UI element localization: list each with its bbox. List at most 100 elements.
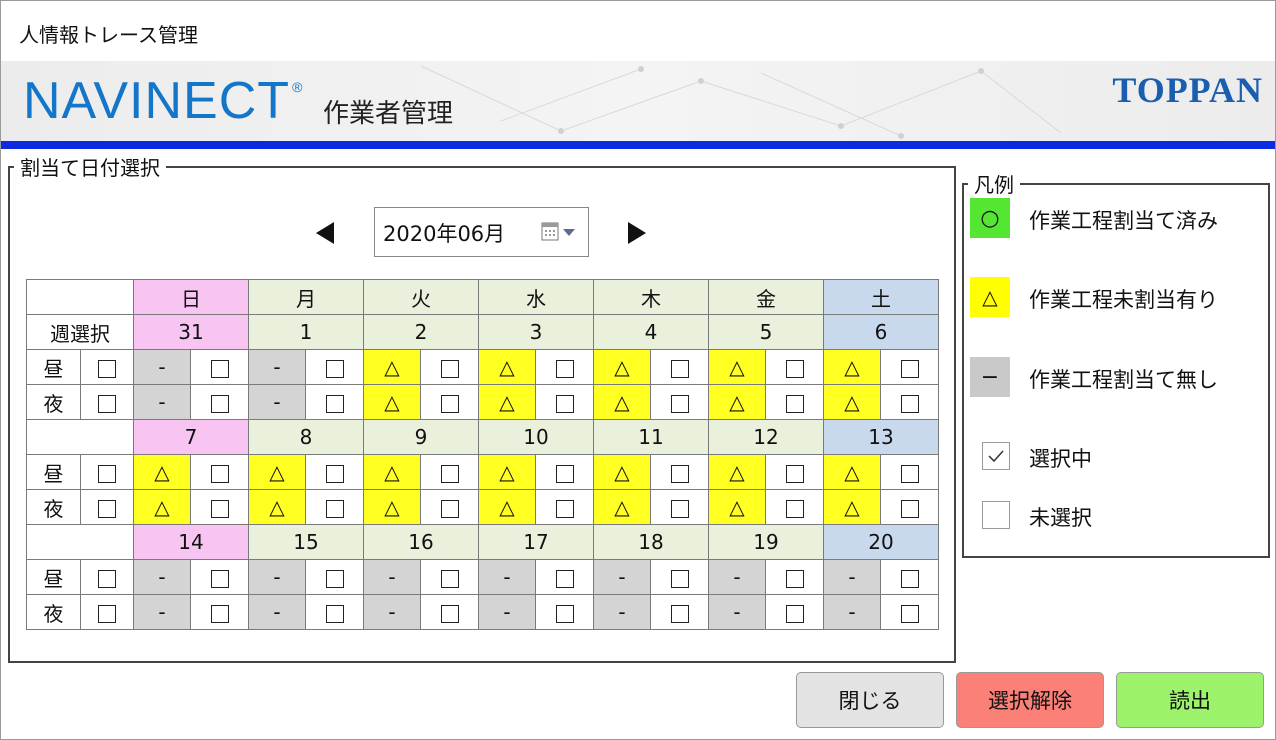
checkbox[interactable] (210, 569, 229, 588)
shift-checkbox-cell[interactable] (190, 489, 249, 525)
checkbox[interactable] (210, 499, 229, 518)
checkbox[interactable] (555, 499, 574, 518)
shift-checkbox-cell[interactable] (535, 454, 594, 490)
checkbox[interactable] (210, 464, 229, 483)
checkbox[interactable] (325, 359, 344, 378)
checkbox[interactable] (98, 499, 116, 518)
shift-checkbox-cell[interactable] (765, 454, 824, 490)
shift-checkbox-cell[interactable] (535, 559, 594, 595)
checkbox[interactable] (900, 499, 919, 518)
shift-checkbox-cell[interactable] (765, 489, 824, 525)
week-day-checkbox-cell[interactable] (80, 349, 134, 385)
read-button[interactable]: 読出 (1116, 672, 1264, 728)
shift-checkbox-cell[interactable] (765, 594, 824, 630)
checkbox[interactable] (900, 569, 919, 588)
shift-checkbox-cell[interactable] (420, 489, 479, 525)
checkbox[interactable] (440, 464, 459, 483)
checkbox[interactable] (210, 394, 229, 413)
checkbox[interactable] (440, 569, 459, 588)
checkbox[interactable] (440, 499, 459, 518)
shift-checkbox-cell[interactable] (305, 384, 364, 420)
checkbox[interactable] (670, 569, 689, 588)
week-night-checkbox-cell[interactable] (80, 384, 134, 420)
shift-checkbox-cell[interactable] (650, 594, 709, 630)
checkbox[interactable] (900, 359, 919, 378)
shift-checkbox-cell[interactable] (535, 384, 594, 420)
next-month-button[interactable] (626, 220, 648, 253)
checkbox[interactable] (210, 359, 229, 378)
checkbox[interactable] (98, 569, 116, 588)
checkbox[interactable] (900, 604, 919, 623)
shift-checkbox-cell[interactable] (650, 384, 709, 420)
prev-month-button[interactable] (314, 220, 336, 253)
checkbox[interactable] (670, 394, 689, 413)
shift-checkbox-cell[interactable] (880, 559, 939, 595)
checkbox[interactable] (325, 499, 344, 518)
shift-checkbox-cell[interactable] (305, 454, 364, 490)
checkbox[interactable] (785, 359, 804, 378)
shift-checkbox-cell[interactable] (650, 489, 709, 525)
checkbox[interactable] (785, 394, 804, 413)
checkbox[interactable] (440, 394, 459, 413)
shift-checkbox-cell[interactable] (765, 349, 824, 385)
checkbox[interactable] (98, 359, 116, 378)
shift-checkbox-cell[interactable] (880, 594, 939, 630)
checkbox[interactable] (555, 604, 574, 623)
checkbox[interactable] (785, 464, 804, 483)
shift-checkbox-cell[interactable] (190, 594, 249, 630)
shift-checkbox-cell[interactable] (535, 489, 594, 525)
shift-checkbox-cell[interactable] (420, 454, 479, 490)
checkbox[interactable] (440, 604, 459, 623)
shift-checkbox-cell[interactable] (650, 559, 709, 595)
shift-checkbox-cell[interactable] (190, 384, 249, 420)
checkbox[interactable] (900, 464, 919, 483)
checkbox[interactable] (785, 499, 804, 518)
checkbox[interactable] (670, 499, 689, 518)
shift-checkbox-cell[interactable] (650, 349, 709, 385)
shift-checkbox-cell[interactable] (190, 559, 249, 595)
shift-checkbox-cell[interactable] (880, 454, 939, 490)
checkbox[interactable] (555, 394, 574, 413)
checkbox[interactable] (900, 394, 919, 413)
week-night-checkbox-cell[interactable] (80, 594, 134, 630)
shift-checkbox-cell[interactable] (535, 349, 594, 385)
checkbox[interactable] (785, 604, 804, 623)
shift-checkbox-cell[interactable] (765, 384, 824, 420)
checkbox[interactable] (325, 464, 344, 483)
shift-checkbox-cell[interactable] (420, 594, 479, 630)
shift-checkbox-cell[interactable] (305, 489, 364, 525)
shift-checkbox-cell[interactable] (305, 594, 364, 630)
week-day-checkbox-cell[interactable] (80, 559, 134, 595)
close-button[interactable]: 閉じる (796, 672, 944, 728)
shift-checkbox-cell[interactable] (880, 349, 939, 385)
shift-checkbox-cell[interactable] (880, 384, 939, 420)
checkbox[interactable] (670, 464, 689, 483)
checkbox[interactable] (785, 569, 804, 588)
calendar-dropdown-icon[interactable] (541, 221, 581, 243)
shift-checkbox-cell[interactable] (420, 559, 479, 595)
shift-checkbox-cell[interactable] (880, 489, 939, 525)
week-day-checkbox-cell[interactable] (80, 454, 134, 490)
checkbox[interactable] (555, 359, 574, 378)
checkbox[interactable] (325, 394, 344, 413)
shift-checkbox-cell[interactable] (765, 559, 824, 595)
checkbox[interactable] (210, 604, 229, 623)
checkbox[interactable] (98, 604, 116, 623)
week-night-checkbox-cell[interactable] (80, 489, 134, 525)
shift-checkbox-cell[interactable] (420, 384, 479, 420)
shift-checkbox-cell[interactable] (190, 349, 249, 385)
checkbox[interactable] (98, 394, 116, 413)
shift-checkbox-cell[interactable] (305, 559, 364, 595)
checkbox[interactable] (98, 464, 116, 483)
shift-checkbox-cell[interactable] (420, 349, 479, 385)
checkbox[interactable] (670, 604, 689, 623)
clear-selection-button[interactable]: 選択解除 (956, 672, 1104, 728)
shift-checkbox-cell[interactable] (305, 349, 364, 385)
checkbox[interactable] (670, 359, 689, 378)
checkbox[interactable] (555, 464, 574, 483)
month-picker[interactable]: 2020年06月 (374, 207, 589, 257)
checkbox[interactable] (440, 359, 459, 378)
checkbox[interactable] (555, 569, 574, 588)
shift-checkbox-cell[interactable] (535, 594, 594, 630)
checkbox[interactable] (325, 569, 344, 588)
